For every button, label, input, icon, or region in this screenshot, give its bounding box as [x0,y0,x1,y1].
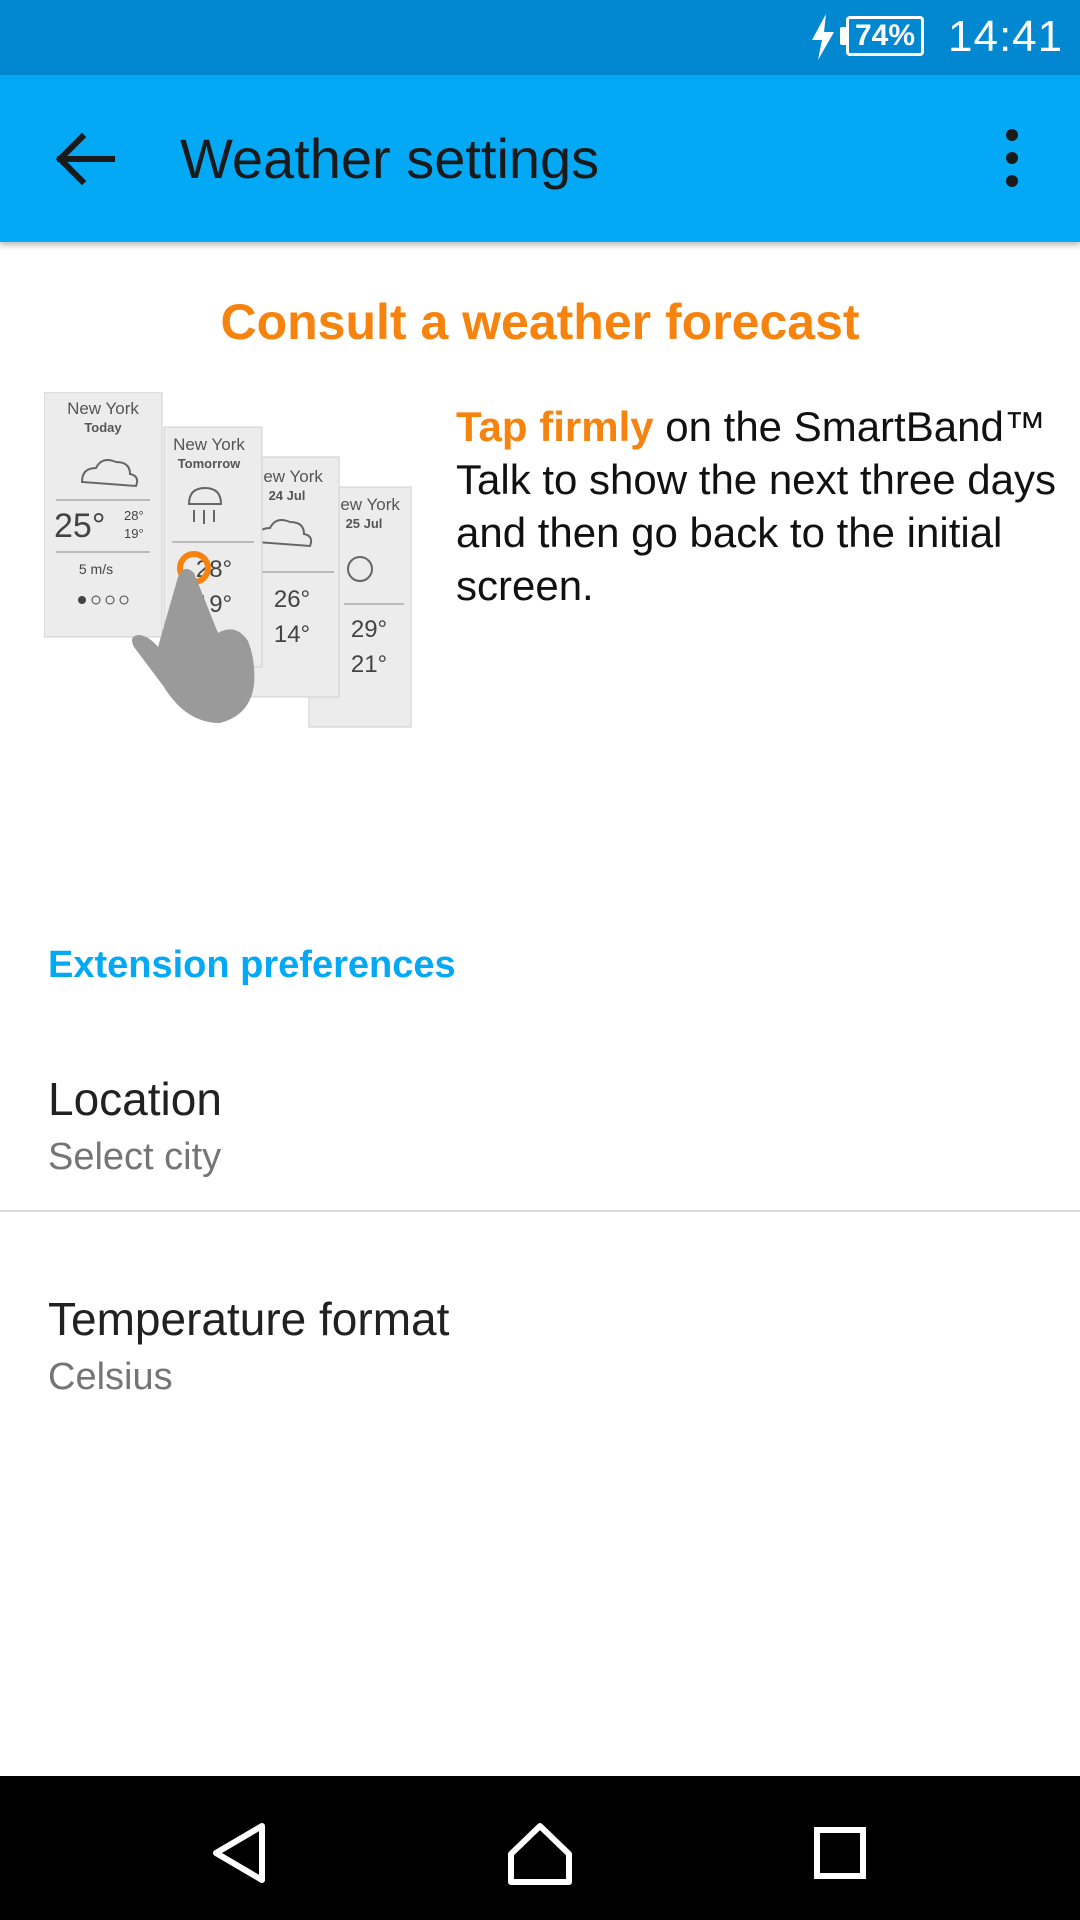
home-icon[interactable] [505,1818,575,1888]
pref-temperature-summary: Celsius [48,1356,173,1398]
status-clock: 14:41 [948,12,1064,61]
page-title: Weather settings [180,127,600,190]
triangle-back-icon[interactable] [206,1818,276,1888]
battery-indicator: 74% [846,16,924,56]
app-bar: Weather settings [0,75,1080,242]
navigation-bar [0,1776,1080,1920]
card-day: Today [84,420,122,435]
card-high: 26° [274,586,310,613]
smartband-illustration: New York 25 Jul 29° 21° New York 24 Jul … [44,392,412,728]
arrow-left-icon[interactable] [50,127,118,191]
pref-temperature-format[interactable]: Temperature format Celsius [0,1252,1080,1432]
square-recents-icon[interactable] [805,1818,875,1888]
charging-bolt-icon [812,14,834,60]
pref-location[interactable]: Location Select city [0,1032,1080,1212]
card-day: Tomorrow [178,456,241,471]
forecast-card-1: New York Today 25° 28° 19° 5 m/s [44,392,163,638]
card-low: 14° [274,621,310,648]
more-vert-icon[interactable] [990,123,1034,193]
intro-highlight: Tap firmly [456,403,654,450]
card-wind: 5 m/s [79,561,113,577]
card-low: 19° [124,526,144,541]
pref-location-title: Location [48,1073,222,1125]
intro-description: Tap firmly on the SmartBand™ Talk to sho… [456,400,1066,612]
card-city: New York [173,435,245,454]
divider [0,1210,1080,1212]
intro-headline: Consult a weather forecast [220,294,860,350]
pref-temperature-title: Temperature format [48,1293,450,1345]
card-high: 29° [351,616,387,643]
card-low: 21° [351,651,387,678]
card-city: New York [67,399,139,418]
status-bar: 74% 14:41 [0,0,1080,75]
section-header-extension-preferences: Extension preferences [48,944,456,986]
pref-location-summary: Select city [48,1136,222,1178]
card-high: 28° [124,508,144,523]
card-day: 25 Jul [346,516,383,531]
card-temp: 25° [54,507,105,545]
card-day: 24 Jul [269,488,306,503]
